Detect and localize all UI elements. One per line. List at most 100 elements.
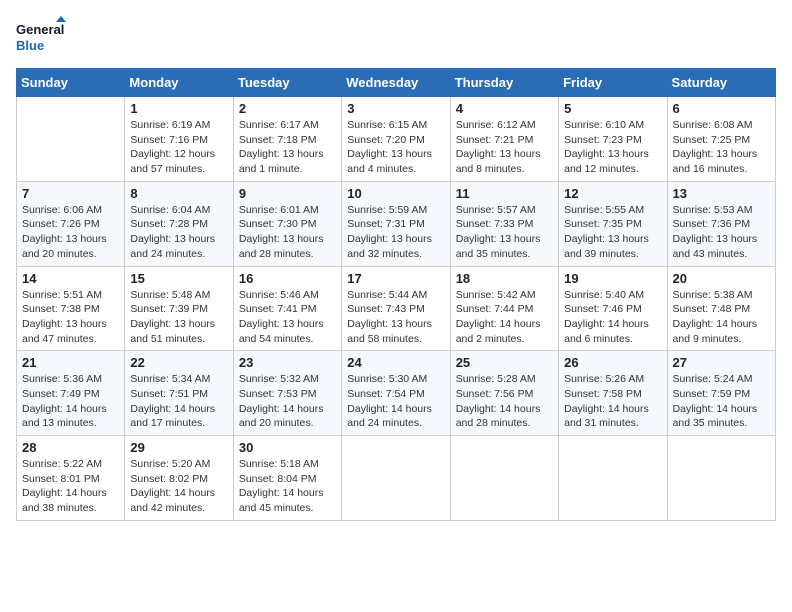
- calendar-cell: 29 Sunrise: 5:20 AM Sunset: 8:02 PM Dayli…: [125, 436, 233, 521]
- calendar-cell: 24 Sunrise: 5:30 AM Sunset: 7:54 PM Dayli…: [342, 351, 450, 436]
- calendar-cell: 22Sunrise: 5:34 AM Sunset: 7:51 PM Dayli…: [125, 351, 233, 436]
- calendar-cell: [342, 436, 450, 521]
- day-number: 4: [456, 101, 553, 116]
- day-number: 26: [564, 355, 661, 370]
- calendar-week-row: 1 Sunrise: 6:19 AM Sunset: 7:16 PM Daylig…: [17, 97, 776, 182]
- day-info: Sunrise: 5:30 AM Sunset: 7:54 PM Dayligh…: [347, 372, 444, 431]
- calendar-cell: 18 Sunrise: 5:42 AM Sunset: 7:44 PM Dayli…: [450, 266, 558, 351]
- calendar-table: SundayMondayTuesdayWednesdayThursdayFrid…: [16, 68, 776, 521]
- day-info: Sunrise: 5:26 AM Sunset: 7:58 PM Dayligh…: [564, 372, 661, 431]
- day-number: 3: [347, 101, 444, 116]
- day-number: 24: [347, 355, 444, 370]
- calendar-week-row: 14 Sunrise: 5:51 AM Sunset: 7:38 PM Dayli…: [17, 266, 776, 351]
- day-info: Sunrise: 6:17 AM Sunset: 7:18 PM Dayligh…: [239, 118, 336, 177]
- day-number: 5: [564, 101, 661, 116]
- calendar-cell: 5 Sunrise: 6:10 AM Sunset: 7:23 PM Daylig…: [559, 97, 667, 182]
- calendar-cell: 15 Sunrise: 5:48 AM Sunset: 7:39 PM Dayli…: [125, 266, 233, 351]
- day-info: Sunrise: 6:08 AM Sunset: 7:25 PM Dayligh…: [673, 118, 770, 177]
- day-number: 16: [239, 271, 336, 286]
- day-info: Sunrise: 5:22 AM Sunset: 8:01 PM Dayligh…: [22, 457, 119, 516]
- page-header: GeneralBlue: [16, 16, 776, 56]
- svg-text:Blue: Blue: [16, 38, 44, 53]
- calendar-cell: 8 Sunrise: 6:04 AM Sunset: 7:28 PM Daylig…: [125, 181, 233, 266]
- day-number: 15: [130, 271, 227, 286]
- day-number: 25: [456, 355, 553, 370]
- calendar-cell: 20 Sunrise: 5:38 AM Sunset: 7:48 PM Dayli…: [667, 266, 775, 351]
- calendar-cell: 19Sunrise: 5:40 AM Sunset: 7:46 PM Dayli…: [559, 266, 667, 351]
- day-info: Sunrise: 5:51 AM Sunset: 7:38 PM Dayligh…: [22, 288, 119, 347]
- day-number: 17: [347, 271, 444, 286]
- day-number: 8: [130, 186, 227, 201]
- day-info: Sunrise: 5:46 AM Sunset: 7:41 PM Dayligh…: [239, 288, 336, 347]
- day-info: Sunrise: 6:12 AM Sunset: 7:21 PM Dayligh…: [456, 118, 553, 177]
- weekday-header: Saturday: [667, 69, 775, 97]
- calendar-week-row: 7Sunrise: 6:06 AM Sunset: 7:26 PM Daylig…: [17, 181, 776, 266]
- calendar-cell: 2Sunrise: 6:17 AM Sunset: 7:18 PM Daylig…: [233, 97, 341, 182]
- calendar-cell: 17Sunrise: 5:44 AM Sunset: 7:43 PM Dayli…: [342, 266, 450, 351]
- day-info: Sunrise: 5:42 AM Sunset: 7:44 PM Dayligh…: [456, 288, 553, 347]
- day-info: Sunrise: 5:48 AM Sunset: 7:39 PM Dayligh…: [130, 288, 227, 347]
- calendar-cell: [17, 97, 125, 182]
- calendar-cell: 11Sunrise: 5:57 AM Sunset: 7:33 PM Dayli…: [450, 181, 558, 266]
- day-info: Sunrise: 6:01 AM Sunset: 7:30 PM Dayligh…: [239, 203, 336, 262]
- calendar-cell: 28 Sunrise: 5:22 AM Sunset: 8:01 PM Dayli…: [17, 436, 125, 521]
- calendar-cell: 1 Sunrise: 6:19 AM Sunset: 7:16 PM Daylig…: [125, 97, 233, 182]
- day-number: 1: [130, 101, 227, 116]
- calendar-cell: 25 Sunrise: 5:28 AM Sunset: 7:56 PM Dayli…: [450, 351, 558, 436]
- weekday-header-row: SundayMondayTuesdayWednesdayThursdayFrid…: [17, 69, 776, 97]
- calendar-cell: 10 Sunrise: 5:59 AM Sunset: 7:31 PM Dayli…: [342, 181, 450, 266]
- calendar-cell: 30Sunrise: 5:18 AM Sunset: 8:04 PM Dayli…: [233, 436, 341, 521]
- logo: GeneralBlue: [16, 16, 66, 56]
- calendar-cell: [450, 436, 558, 521]
- calendar-cell: 4 Sunrise: 6:12 AM Sunset: 7:21 PM Daylig…: [450, 97, 558, 182]
- day-number: 18: [456, 271, 553, 286]
- day-info: Sunrise: 6:10 AM Sunset: 7:23 PM Dayligh…: [564, 118, 661, 177]
- weekday-header: Sunday: [17, 69, 125, 97]
- weekday-header: Friday: [559, 69, 667, 97]
- day-number: 10: [347, 186, 444, 201]
- day-number: 7: [22, 186, 119, 201]
- day-info: Sunrise: 5:18 AM Sunset: 8:04 PM Dayligh…: [239, 457, 336, 516]
- day-info: Sunrise: 5:38 AM Sunset: 7:48 PM Dayligh…: [673, 288, 770, 347]
- calendar-cell: 13 Sunrise: 5:53 AM Sunset: 7:36 PM Dayli…: [667, 181, 775, 266]
- day-number: 14: [22, 271, 119, 286]
- day-number: 23: [239, 355, 336, 370]
- day-info: Sunrise: 5:20 AM Sunset: 8:02 PM Dayligh…: [130, 457, 227, 516]
- day-number: 20: [673, 271, 770, 286]
- day-number: 13: [673, 186, 770, 201]
- day-number: 27: [673, 355, 770, 370]
- day-info: Sunrise: 5:59 AM Sunset: 7:31 PM Dayligh…: [347, 203, 444, 262]
- svg-text:General: General: [16, 22, 64, 37]
- day-info: Sunrise: 6:19 AM Sunset: 7:16 PM Dayligh…: [130, 118, 227, 177]
- calendar-cell: 16 Sunrise: 5:46 AM Sunset: 7:41 PM Dayli…: [233, 266, 341, 351]
- day-info: Sunrise: 6:04 AM Sunset: 7:28 PM Dayligh…: [130, 203, 227, 262]
- day-info: Sunrise: 5:53 AM Sunset: 7:36 PM Dayligh…: [673, 203, 770, 262]
- day-number: 9: [239, 186, 336, 201]
- calendar-cell: 7Sunrise: 6:06 AM Sunset: 7:26 PM Daylig…: [17, 181, 125, 266]
- day-number: 19: [564, 271, 661, 286]
- day-info: Sunrise: 5:55 AM Sunset: 7:35 PM Dayligh…: [564, 203, 661, 262]
- day-number: 6: [673, 101, 770, 116]
- day-number: 29: [130, 440, 227, 455]
- calendar-cell: 23 Sunrise: 5:32 AM Sunset: 7:53 PM Dayli…: [233, 351, 341, 436]
- day-info: Sunrise: 5:24 AM Sunset: 7:59 PM Dayligh…: [673, 372, 770, 431]
- calendar-week-row: 28 Sunrise: 5:22 AM Sunset: 8:01 PM Dayli…: [17, 436, 776, 521]
- day-number: 28: [22, 440, 119, 455]
- weekday-header: Thursday: [450, 69, 558, 97]
- calendar-cell: 3 Sunrise: 6:15 AM Sunset: 7:20 PM Daylig…: [342, 97, 450, 182]
- calendar-cell: 12Sunrise: 5:55 AM Sunset: 7:35 PM Dayli…: [559, 181, 667, 266]
- day-info: Sunrise: 5:32 AM Sunset: 7:53 PM Dayligh…: [239, 372, 336, 431]
- calendar-cell: 27 Sunrise: 5:24 AM Sunset: 7:59 PM Dayli…: [667, 351, 775, 436]
- calendar-cell: [667, 436, 775, 521]
- day-info: Sunrise: 5:28 AM Sunset: 7:56 PM Dayligh…: [456, 372, 553, 431]
- calendar-cell: 9 Sunrise: 6:01 AM Sunset: 7:30 PM Daylig…: [233, 181, 341, 266]
- day-info: Sunrise: 6:15 AM Sunset: 7:20 PM Dayligh…: [347, 118, 444, 177]
- day-number: 11: [456, 186, 553, 201]
- calendar-cell: 26 Sunrise: 5:26 AM Sunset: 7:58 PM Dayli…: [559, 351, 667, 436]
- calendar-week-row: 21Sunrise: 5:36 AM Sunset: 7:49 PM Dayli…: [17, 351, 776, 436]
- calendar-cell: 6 Sunrise: 6:08 AM Sunset: 7:25 PM Daylig…: [667, 97, 775, 182]
- day-info: Sunrise: 5:36 AM Sunset: 7:49 PM Dayligh…: [22, 372, 119, 431]
- calendar-cell: 21Sunrise: 5:36 AM Sunset: 7:49 PM Dayli…: [17, 351, 125, 436]
- calendar-cell: 14 Sunrise: 5:51 AM Sunset: 7:38 PM Dayli…: [17, 266, 125, 351]
- calendar-cell: [559, 436, 667, 521]
